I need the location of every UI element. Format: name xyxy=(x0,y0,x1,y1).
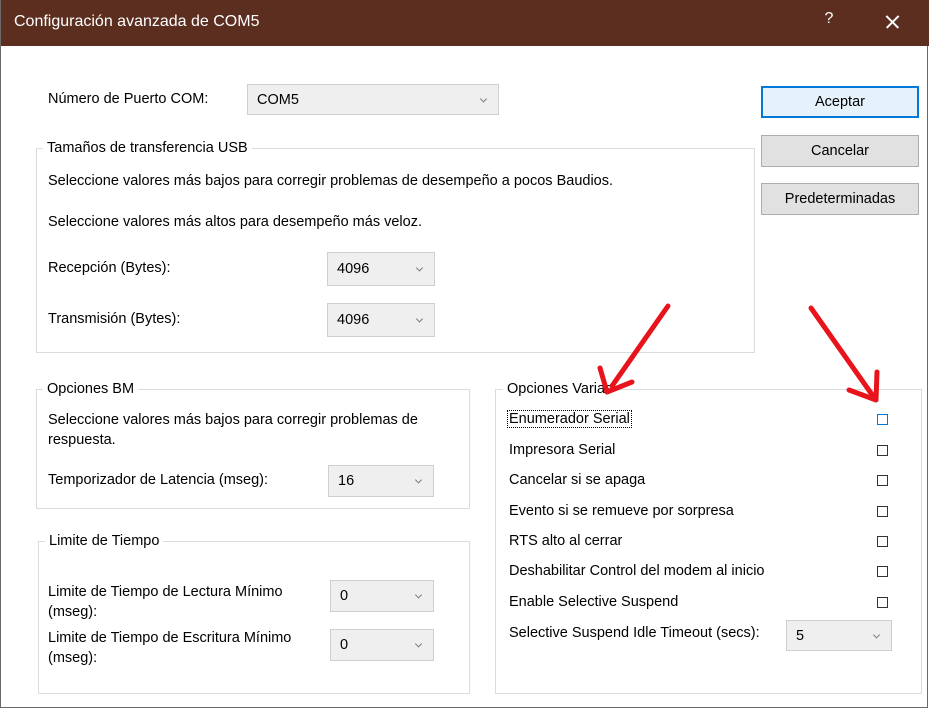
help-button[interactable]: ? xyxy=(819,10,839,28)
option-label-selective-suspend[interactable]: Enable Selective Suspend xyxy=(509,594,678,610)
read-timeout-label: Limite de Tiempo de Lectura Mínimo (mseg… xyxy=(48,584,283,620)
window-title: Configuración avanzada de COM5 xyxy=(14,13,260,30)
cancel-button[interactable]: Cancelar xyxy=(761,135,919,167)
latency-label: Temporizador de Latencia (mseg): xyxy=(48,472,269,488)
usb-hint-low: Seleccione valores más bajos para correg… xyxy=(48,173,614,189)
bm-options-title: Opciones BM xyxy=(43,381,139,397)
receive-label: Recepción (Bytes): xyxy=(48,260,171,276)
checkbox-serial-printer[interactable] xyxy=(877,445,888,456)
option-label-surprise-removal[interactable]: Evento si se remueve por sorpresa xyxy=(509,503,734,519)
checkbox-serial-enumerator[interactable] xyxy=(877,414,888,425)
option-label-rts-on-close[interactable]: RTS alto al cerrar xyxy=(509,533,622,549)
timeouts-title: Limite de Tiempo xyxy=(45,533,164,549)
transmit-size-value: 4096 xyxy=(337,312,370,328)
idle-timeout-value: 5 xyxy=(796,627,805,644)
option-label-cancel-power-off[interactable]: Cancelar si se apaga xyxy=(509,472,645,488)
idle-timeout-select[interactable]: 5 xyxy=(786,620,892,651)
option-label-disable-modem-ctrl[interactable]: Deshabilitar Control del modem al inicio xyxy=(509,563,764,579)
idle-timeout-label: Selective Suspend Idle Timeout (secs): xyxy=(509,625,760,641)
checkbox-selective-suspend[interactable] xyxy=(877,597,888,608)
com-port-select[interactable]: COM5 xyxy=(247,84,499,115)
com-port-label: Número de Puerto COM: xyxy=(48,91,209,107)
write-timeout-select[interactable]: 0 xyxy=(330,629,434,661)
usb-transfer-title: Tamaños de transferencia USB xyxy=(43,140,252,156)
read-timeout-value: 0 xyxy=(340,588,349,604)
latency-select[interactable]: 16 xyxy=(328,465,434,497)
chevron-down-icon xyxy=(872,630,881,639)
read-timeout-select[interactable]: 0 xyxy=(330,580,434,612)
option-label-serial-enumerator[interactable]: Enumerador Serial xyxy=(507,410,632,428)
close-button[interactable] xyxy=(875,7,909,37)
defaults-button[interactable]: Predeterminadas xyxy=(761,183,919,215)
transmit-size-select[interactable]: 4096 xyxy=(327,303,435,337)
option-label-serial-printer[interactable]: Impresora Serial xyxy=(509,442,615,458)
checkbox-surprise-removal[interactable] xyxy=(877,506,888,517)
transmit-label: Transmisión (Bytes): xyxy=(48,311,181,327)
chevron-down-icon xyxy=(414,476,423,484)
latency-value: 16 xyxy=(338,473,355,489)
title-bar: Configuración avanzada de COM5 ? xyxy=(1,0,929,46)
receive-size-select[interactable]: 4096 xyxy=(327,252,435,286)
advanced-settings-dialog: Configuración avanzada de COM5 ? Número … xyxy=(0,0,929,708)
checkbox-disable-modem-ctrl[interactable] xyxy=(877,566,888,577)
bm-hint: Seleccione valores más bajos para correg… xyxy=(48,412,418,448)
chevron-down-icon xyxy=(415,264,424,272)
accept-button[interactable]: Aceptar xyxy=(761,86,919,118)
annotation-arrow-icon xyxy=(808,305,880,403)
usb-hint-high: Seleccione valores más altos para desemp… xyxy=(48,214,422,230)
checkbox-rts-on-close[interactable] xyxy=(877,536,888,547)
com-port-value: COM5 xyxy=(257,91,299,108)
checkbox-cancel-power-off[interactable] xyxy=(877,475,888,486)
write-timeout-label: Limite de Tiempo de Escritura Mínimo (ms… xyxy=(48,630,292,666)
chevron-down-icon xyxy=(414,640,423,648)
chevron-down-icon xyxy=(414,591,423,599)
chevron-down-icon xyxy=(415,315,424,323)
annotation-arrow-icon xyxy=(597,303,671,395)
chevron-down-icon xyxy=(479,94,488,103)
write-timeout-value: 0 xyxy=(340,637,349,653)
receive-size-value: 4096 xyxy=(337,261,370,277)
